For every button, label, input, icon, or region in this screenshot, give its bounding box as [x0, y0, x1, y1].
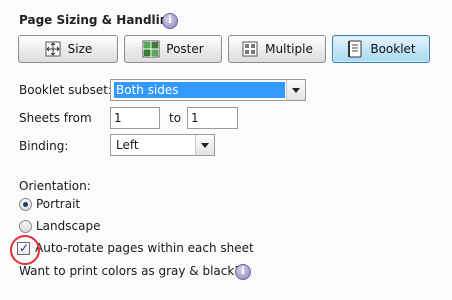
- size-icon: [45, 41, 61, 57]
- booklet-subset-value: Both sides: [114, 82, 285, 98]
- binding-dropdown[interactable]: Left: [110, 134, 215, 156]
- orientation-label: Orientation:: [19, 179, 91, 193]
- binding-value: Left: [116, 138, 139, 152]
- binding-label: Binding:: [19, 139, 69, 153]
- chevron-down-icon[interactable]: [286, 80, 305, 100]
- booklet-subset-label: Booklet subset:: [19, 83, 112, 97]
- section-title: Page Sizing & Handling: [19, 13, 177, 27]
- booklet-icon: [348, 40, 362, 58]
- booklet-subset-dropdown[interactable]: Both sides: [110, 79, 306, 101]
- poster-icon: [142, 40, 160, 58]
- size-label: Size: [67, 42, 93, 56]
- landscape-label[interactable]: Landscape: [36, 218, 100, 234]
- gray-print-label: Want to print colors as gray & black?: [19, 264, 241, 278]
- multiple-pages-icon: [242, 41, 258, 57]
- sheets-to-input[interactable]: 1: [187, 107, 238, 129]
- info-icon[interactable]: i: [162, 13, 178, 29]
- landscape-radio[interactable]: [19, 220, 32, 233]
- sheets-from-label: Sheets from: [19, 111, 92, 125]
- info-icon[interactable]: i: [235, 264, 251, 280]
- poster-button[interactable]: Poster: [124, 35, 222, 63]
- portrait-radio[interactable]: [19, 198, 32, 211]
- multiple-button[interactable]: Multiple: [228, 35, 326, 63]
- sheets-from-input[interactable]: 1: [110, 107, 160, 129]
- booklet-label: Booklet: [370, 42, 416, 56]
- multiple-label: Multiple: [265, 42, 313, 56]
- size-button[interactable]: Size: [18, 35, 118, 63]
- chevron-down-icon[interactable]: [195, 135, 214, 155]
- poster-label: Poster: [166, 42, 204, 56]
- auto-rotate-label[interactable]: Auto-rotate pages within each sheet: [35, 240, 254, 256]
- booklet-button[interactable]: Booklet: [332, 35, 430, 63]
- portrait-label[interactable]: Portrait: [36, 196, 80, 212]
- annotation-circle: [10, 235, 40, 265]
- sheets-to-label: to: [169, 111, 182, 125]
